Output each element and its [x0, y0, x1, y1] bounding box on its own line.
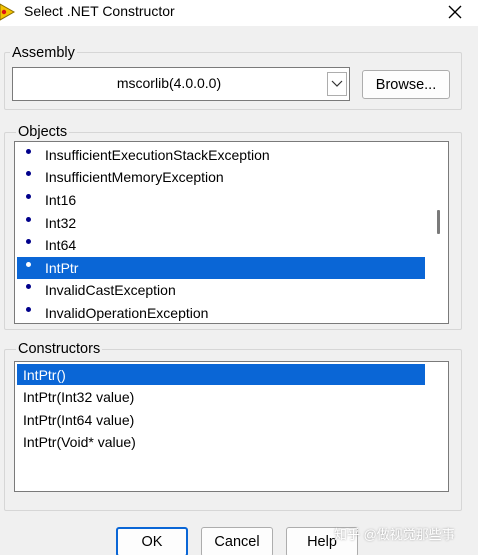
bullet-icon — [26, 216, 31, 222]
list-item-label: InsufficientExecutionStackException — [45, 147, 270, 163]
bullet-icon — [26, 306, 31, 312]
title-bar: Select .NET Constructor — [0, 0, 478, 26]
chevron-down-icon — [331, 80, 343, 87]
assembly-select-value: mscorlib(4.0.0.0) — [116, 75, 222, 91]
bullet-icon — [26, 261, 31, 267]
list-item[interactable]: Int32 — [17, 212, 425, 234]
list-item-label: IntPtr(Void* value) — [23, 433, 136, 450]
window-title: Select .NET Constructor — [24, 3, 175, 19]
list-item-selected[interactable]: IntPtr() — [17, 364, 425, 385]
list-item-label: IntPtr(Int64 value) — [23, 411, 135, 428]
constructors-list[interactable]: IntPtr() IntPtr(Int32 value) IntPtr(Int6… — [14, 361, 449, 492]
assembly-select[interactable]: mscorlib(4.0.0.0) — [12, 67, 350, 101]
close-icon — [448, 5, 462, 19]
objects-list[interactable]: InsufficientExecutionStackException Insu… — [14, 141, 449, 324]
cancel-button-label: Cancel — [214, 534, 260, 550]
list-item[interactable]: InvalidOperationException — [17, 302, 425, 323]
bullet-icon — [26, 238, 31, 244]
cancel-button[interactable]: Cancel — [201, 527, 273, 555]
list-item-label: IntPtr() — [23, 366, 66, 383]
list-item-label: InvalidOperationException — [45, 305, 209, 321]
list-item[interactable]: InvalidCastException — [17, 279, 425, 301]
objects-scrollbar[interactable] — [430, 142, 448, 323]
list-item[interactable]: IntPtr(Int64 value) — [17, 409, 425, 430]
list-item[interactable]: Int64 — [17, 234, 425, 256]
list-item[interactable]: InsufficientExecutionStackException — [17, 144, 425, 166]
browse-button-label: Browse... — [375, 76, 437, 93]
help-button-label: Help — [307, 534, 337, 550]
assembly-label: Assembly — [10, 45, 77, 61]
list-item-label: IntPtr — [45, 260, 79, 276]
watermark-text: 知乎 @做视觉那些事 — [334, 527, 455, 542]
ok-button-label: OK — [141, 534, 163, 550]
list-item-selected[interactable]: IntPtr — [17, 257, 425, 279]
close-button[interactable] — [440, 0, 470, 24]
bullet-icon — [26, 283, 31, 289]
list-item[interactable]: Int16 — [17, 189, 425, 211]
list-item-label: Int16 — [45, 192, 77, 208]
bullet-icon — [26, 193, 31, 199]
list-item-label: InsufficientMemoryException — [45, 169, 224, 185]
scrollbar-thumb[interactable] — [437, 210, 440, 234]
assembly-dropdown-button[interactable] — [327, 72, 347, 96]
list-item-label: InvalidCastException — [45, 282, 176, 298]
list-item[interactable]: IntPtr(Int32 value) — [17, 386, 425, 407]
bullet-icon — [26, 148, 31, 154]
list-item-label: Int64 — [45, 237, 77, 253]
objects-label: Objects — [16, 124, 70, 140]
app-icon — [0, 3, 16, 21]
constructors-label: Constructors — [16, 341, 103, 357]
list-item-label: Int32 — [45, 215, 77, 231]
list-item-label: IntPtr(Int32 value) — [23, 388, 135, 405]
browse-button[interactable]: Browse... — [362, 70, 450, 99]
ok-button[interactable]: OK — [116, 527, 188, 555]
list-item[interactable]: IntPtr(Void* value) — [17, 431, 425, 452]
bullet-icon — [26, 170, 31, 176]
list-item[interactable]: InsufficientMemoryException — [17, 166, 425, 188]
